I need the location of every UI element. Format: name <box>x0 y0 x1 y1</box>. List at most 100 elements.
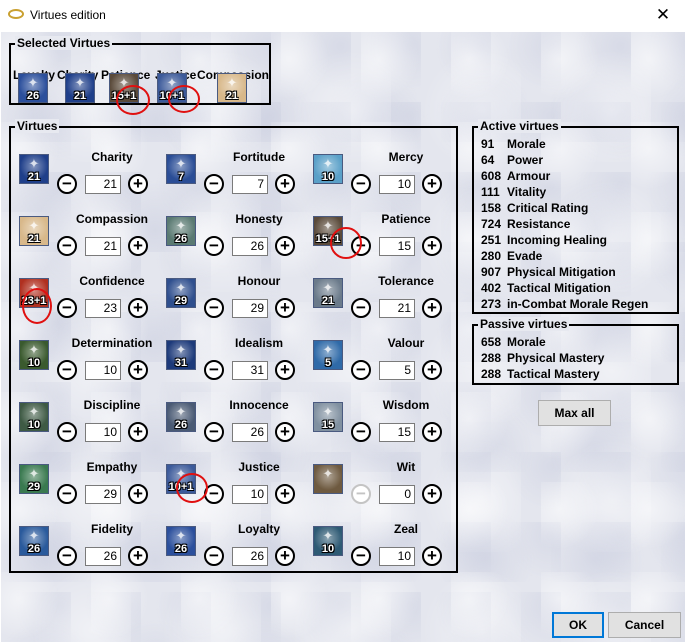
virtue-level-field[interactable]: 23 <box>85 299 121 318</box>
close-button[interactable]: ✕ <box>640 0 686 30</box>
virtue-name-label: Compassion <box>75 212 148 226</box>
icon-value-label: 31 <box>174 357 188 369</box>
increase-virtue-button[interactable]: + <box>275 360 295 380</box>
increase-virtue-button[interactable]: + <box>128 484 148 504</box>
virtue-level-field[interactable]: 21 <box>85 175 121 194</box>
icon-figure: ✦ <box>28 528 40 543</box>
stat-value: 273 <box>481 297 502 311</box>
dialog-client-area: Selected Virtues Loyalty✦26Charity✦21Pat… <box>1 32 685 642</box>
increase-virtue-button[interactable]: + <box>128 360 148 380</box>
icon-figure: ✦ <box>322 280 334 295</box>
stat-row: 111 Vitality <box>481 185 546 199</box>
virtue-level-field[interactable]: 0 <box>379 485 415 504</box>
icon-figure: ✦ <box>226 75 238 90</box>
icon-figure: ✦ <box>175 342 187 357</box>
active-virtues-legend: Active virtues <box>478 119 561 133</box>
selected-virtues-group: Selected Virtues Loyalty✦26Charity✦21Pat… <box>9 36 271 115</box>
decrease-virtue-button[interactable]: − <box>204 422 224 442</box>
virtue-name-label: Discipline <box>83 398 141 412</box>
icon-figure: ✦ <box>175 218 187 233</box>
ok-button[interactable]: OK <box>552 612 604 638</box>
icon-value-label: 26 <box>27 543 41 555</box>
virtue-level-field[interactable]: 26 <box>85 547 121 566</box>
increase-virtue-button[interactable]: + <box>128 298 148 318</box>
increase-virtue-button[interactable]: + <box>128 546 148 566</box>
increase-virtue-button[interactable]: + <box>422 174 442 194</box>
empathy-icon: ✦ 29 <box>19 464 49 494</box>
decrease-virtue-button[interactable]: − <box>351 360 371 380</box>
max-all-button[interactable]: Max all <box>538 400 611 426</box>
virtue-level-field[interactable]: 29 <box>85 485 121 504</box>
cancel-button[interactable]: Cancel <box>608 612 681 638</box>
decrease-virtue-button[interactable]: − <box>351 174 371 194</box>
increase-virtue-button[interactable]: + <box>422 422 442 442</box>
title-bar: Virtues edition ✕ <box>0 0 686 32</box>
virtue-level-field[interactable]: 29 <box>232 299 268 318</box>
decrease-virtue-button[interactable]: − <box>57 546 77 566</box>
icon-value-label: 10 <box>27 419 41 431</box>
virtue-level-field[interactable]: 26 <box>232 237 268 256</box>
increase-virtue-button[interactable]: + <box>128 422 148 442</box>
decrease-virtue-button[interactable]: − <box>204 546 224 566</box>
stat-row: 907 Physical Mitigation <box>481 265 616 279</box>
virtue-level-field[interactable]: 31 <box>232 361 268 380</box>
decrease-virtue-button[interactable]: − <box>57 298 77 318</box>
honour-icon: ✦ 29 <box>166 278 196 308</box>
virtue-level-field[interactable]: 26 <box>232 547 268 566</box>
stat-row: 724 Resistance <box>481 217 570 231</box>
decrease-virtue-button[interactable]: − <box>351 298 371 318</box>
stat-row: 251 Incoming Healing <box>481 233 607 247</box>
decrease-virtue-button[interactable]: − <box>57 484 77 504</box>
icon-value-label: 21 <box>27 233 41 245</box>
increase-virtue-button[interactable]: + <box>275 236 295 256</box>
virtue-level-field[interactable]: 15 <box>379 237 415 256</box>
ring-icon <box>8 9 24 19</box>
increase-virtue-button[interactable]: + <box>275 298 295 318</box>
virtue-level-field[interactable]: 26 <box>232 423 268 442</box>
decrease-virtue-button[interactable]: − <box>204 360 224 380</box>
virtue-level-field[interactable]: 5 <box>379 361 415 380</box>
decrease-virtue-button[interactable]: − <box>57 360 77 380</box>
virtue-level-field[interactable]: 10 <box>85 361 121 380</box>
increase-virtue-button[interactable]: + <box>275 422 295 442</box>
tolerance-icon: ✦ 21 <box>313 278 343 308</box>
increase-virtue-button[interactable]: + <box>275 484 295 504</box>
virtue-name-label: Loyalty <box>237 522 280 536</box>
decrease-virtue-button[interactable]: − <box>204 298 224 318</box>
decrease-virtue-button[interactable]: − <box>57 236 77 256</box>
icon-value-label: 21 <box>27 171 41 183</box>
decrease-virtue-button[interactable]: − <box>204 236 224 256</box>
stat-value: 608 <box>481 169 502 183</box>
decrease-virtue-button[interactable]: − <box>57 422 77 442</box>
icon-figure: ✦ <box>175 528 187 543</box>
decrease-virtue-button[interactable]: − <box>351 422 371 442</box>
stat-name: Physical Mastery <box>507 351 605 365</box>
mercy-icon: ✦ 10 <box>313 154 343 184</box>
virtue-level-field[interactable]: 10 <box>232 485 268 504</box>
virtue-level-field[interactable]: 7 <box>232 175 268 194</box>
virtue-level-field[interactable]: 15 <box>379 423 415 442</box>
stat-row: 608 Armour <box>481 169 550 183</box>
virtue-level-field[interactable]: 21 <box>379 299 415 318</box>
decrease-virtue-button[interactable]: − <box>57 174 77 194</box>
icon-value-label: 10 <box>321 171 335 183</box>
increase-virtue-button[interactable]: + <box>128 236 148 256</box>
increase-virtue-button[interactable]: + <box>275 546 295 566</box>
virtue-level-field[interactable]: 10 <box>85 423 121 442</box>
increase-virtue-button[interactable]: + <box>422 236 442 256</box>
increase-virtue-button[interactable]: + <box>422 298 442 318</box>
stat-row: 288 Physical Mastery <box>481 351 604 365</box>
virtue-name-label: Valour <box>387 336 425 350</box>
virtue-level-field[interactable]: 10 <box>379 547 415 566</box>
increase-virtue-button[interactable]: + <box>275 174 295 194</box>
zeal-icon: ✦ 10 <box>313 526 343 556</box>
increase-virtue-button[interactable]: + <box>422 484 442 504</box>
decrease-virtue-button: − <box>351 484 371 504</box>
virtue-level-field[interactable]: 21 <box>85 237 121 256</box>
decrease-virtue-button[interactable]: − <box>204 174 224 194</box>
increase-virtue-button[interactable]: + <box>422 360 442 380</box>
increase-virtue-button[interactable]: + <box>422 546 442 566</box>
increase-virtue-button[interactable]: + <box>128 174 148 194</box>
virtue-level-field[interactable]: 10 <box>379 175 415 194</box>
decrease-virtue-button[interactable]: − <box>351 546 371 566</box>
